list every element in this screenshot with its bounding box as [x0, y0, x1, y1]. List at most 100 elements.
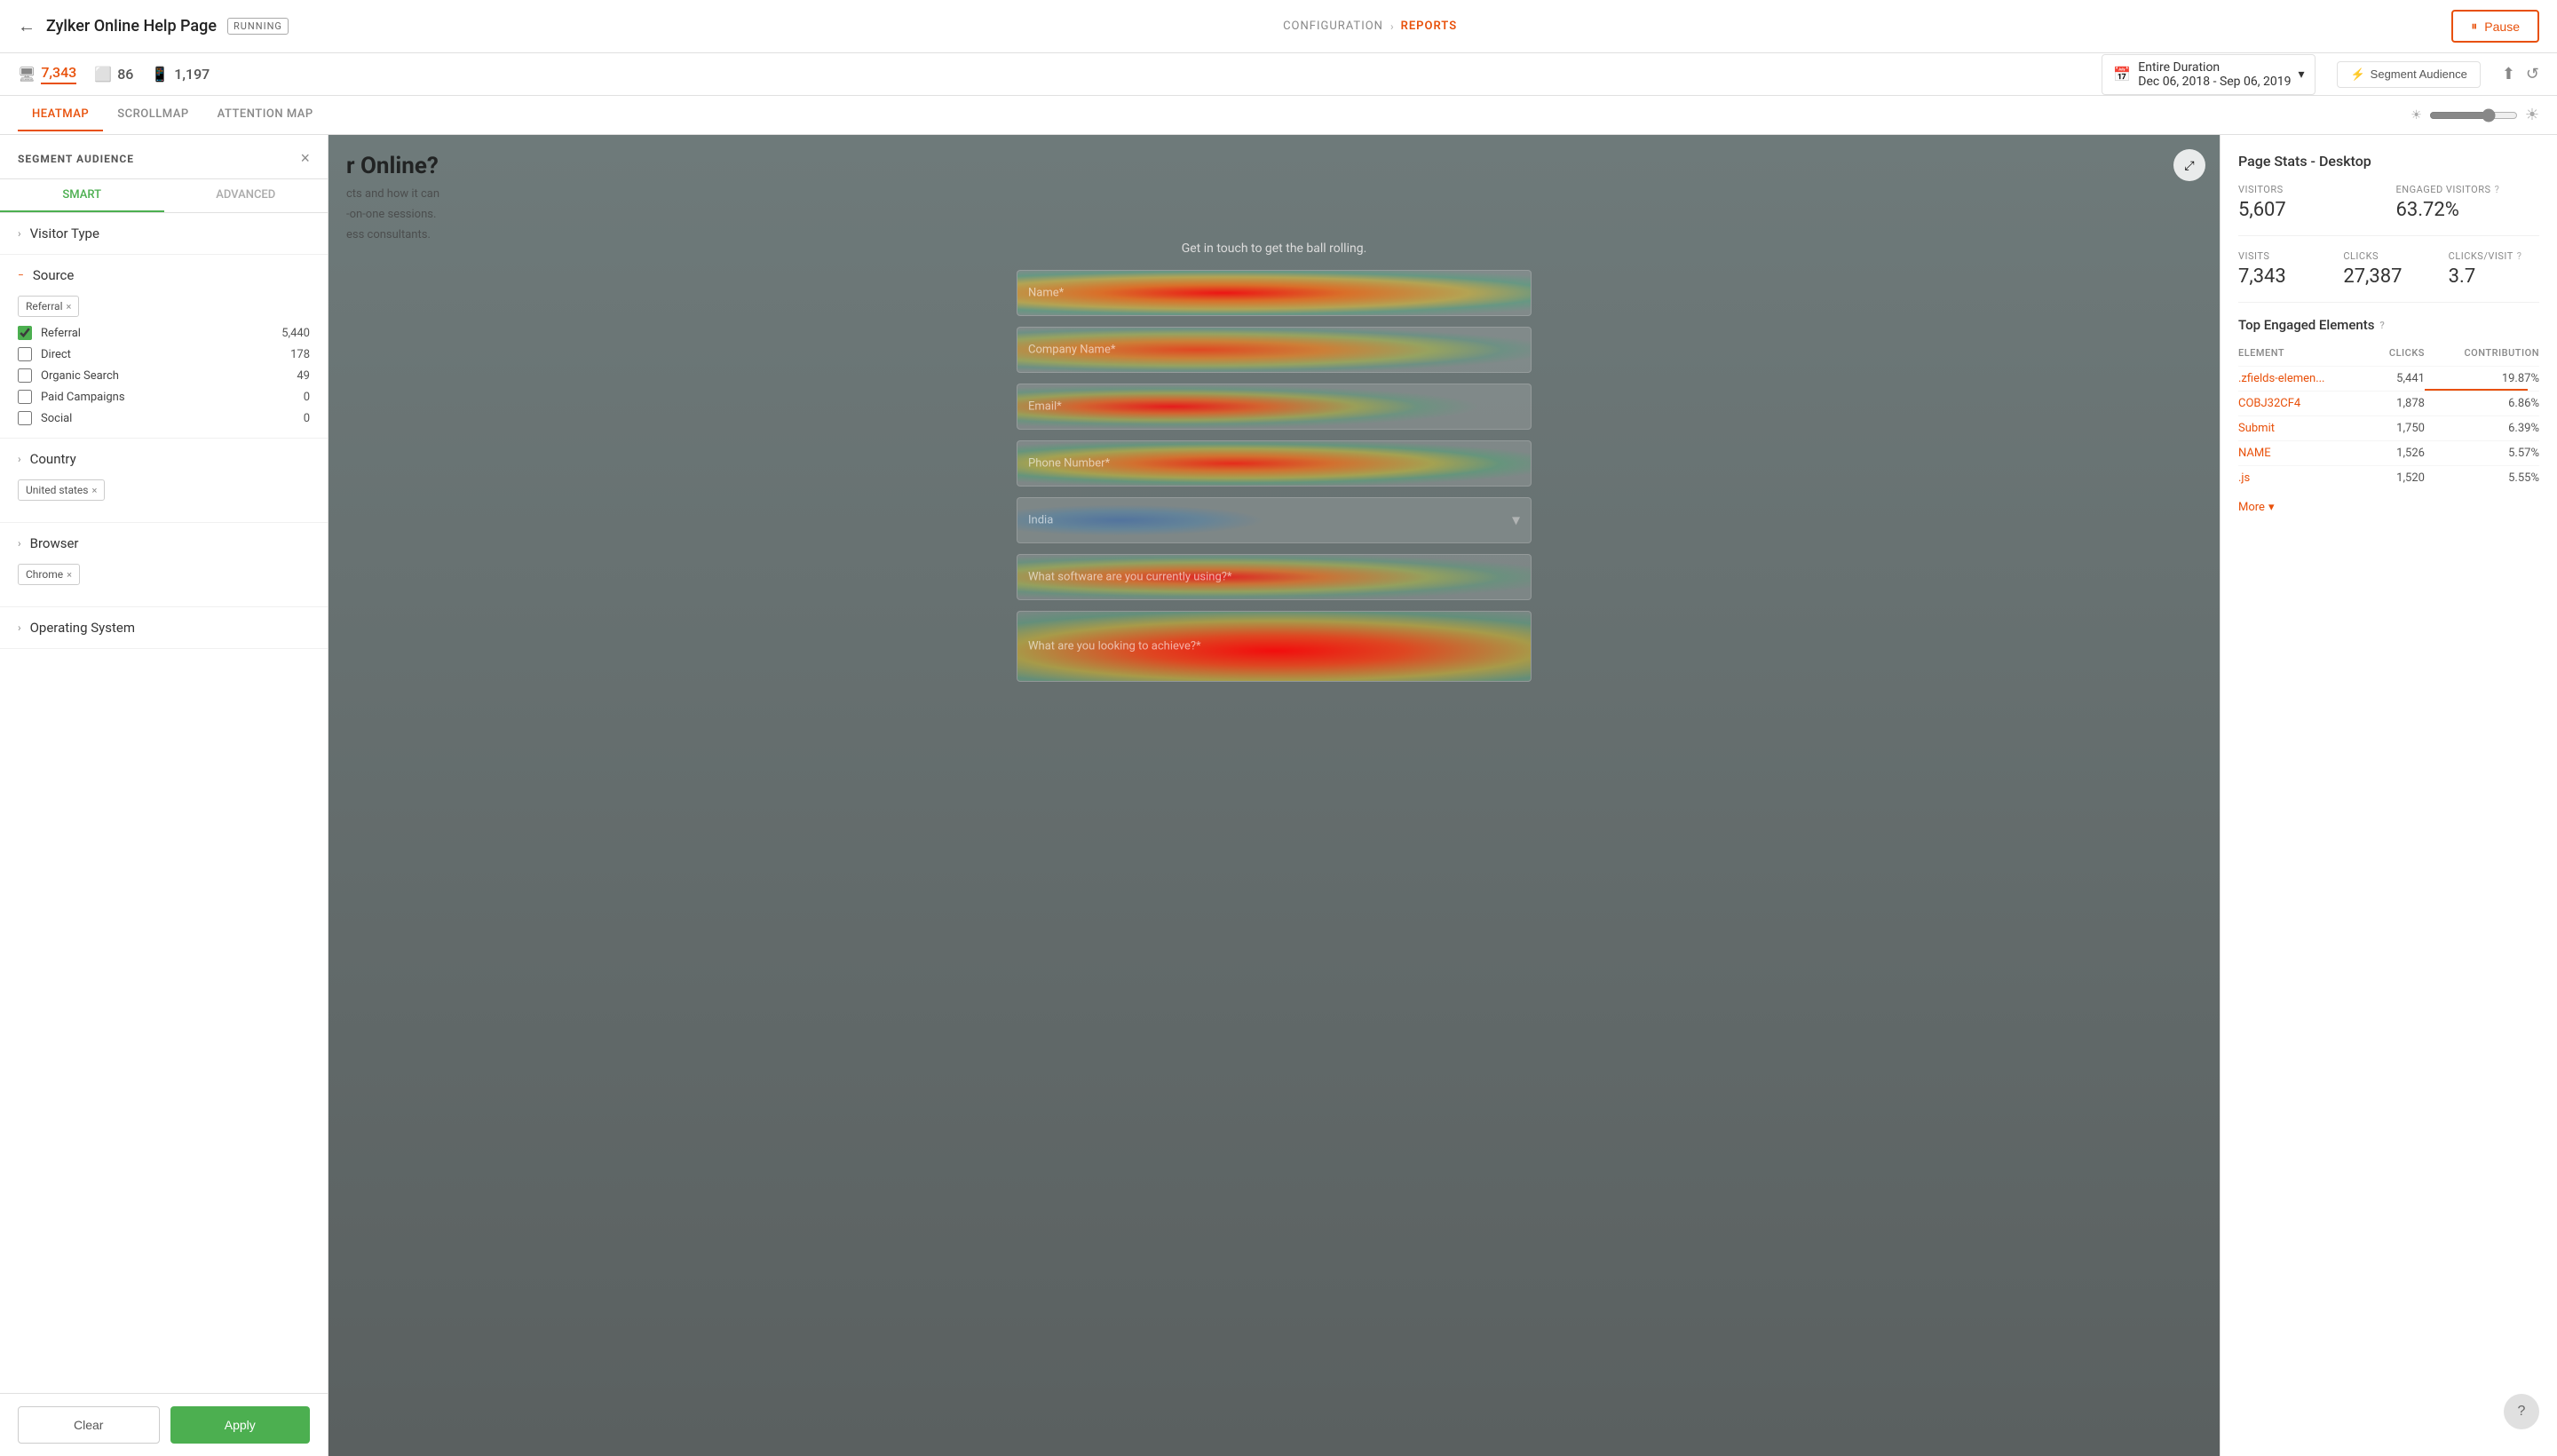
- engaged-value: 63.72%: [2396, 199, 2540, 221]
- advanced-tab[interactable]: ADVANCED: [164, 179, 329, 212]
- visitors-stat: VISITORS 5,607: [2238, 184, 2382, 221]
- refresh-button[interactable]: ↺: [2526, 65, 2539, 83]
- pause-label: Pause: [2484, 20, 2520, 34]
- tab-heatmap[interactable]: HEATMAP: [18, 99, 103, 131]
- tab-scrollmap[interactable]: SCROLLMAP: [103, 99, 202, 131]
- pause-button[interactable]: ⏸ Pause: [2451, 10, 2539, 43]
- paid-checkbox[interactable]: [18, 390, 32, 404]
- source-checkbox-list: Referral 5,440 Direct 178 Organic Search…: [18, 326, 310, 425]
- element-name[interactable]: COBJ32CF4: [2238, 392, 2371, 416]
- page-overlay-text: r Online? cts and how it can -on-one ses…: [346, 153, 439, 241]
- visits-stat: VISITS 7,343: [2238, 250, 2329, 288]
- overlay-sub-text-3: ess consultants.: [346, 228, 439, 241]
- segment-panel: SEGMENT AUDIENCE × SMART ADVANCED › Visi…: [0, 135, 329, 1456]
- browser-header[interactable]: › Browser: [0, 523, 328, 564]
- overlay-headline: r Online?: [346, 153, 439, 180]
- remove-source-tag[interactable]: ×: [67, 301, 72, 313]
- element-name[interactable]: NAME: [2238, 441, 2371, 466]
- apply-button[interactable]: Apply: [170, 1406, 311, 1444]
- smart-tab[interactable]: SMART: [0, 179, 164, 212]
- main-layout: SEGMENT AUDIENCE × SMART ADVANCED › Visi…: [0, 135, 2557, 1456]
- element-name[interactable]: Submit: [2238, 416, 2371, 441]
- smart-advanced-tabs: SMART ADVANCED: [0, 179, 328, 213]
- tablet-icon: ⬜: [94, 66, 112, 83]
- element-contribution: 5.57%: [2425, 441, 2539, 466]
- overlay-sub-text-2: -on-one sessions.: [346, 208, 439, 221]
- contribution-col-header: CONTRIBUTION: [2425, 344, 2539, 367]
- help-button[interactable]: ?: [2504, 1394, 2539, 1429]
- clicks-per-visit-stat: CLICKS/VISIT ? 3.7: [2449, 250, 2539, 288]
- source-section: − Source Referral × Referral 5,440: [0, 255, 328, 439]
- clicks-per-visit-value: 3.7: [2449, 265, 2539, 288]
- metrics-row: VISITS 7,343 CLICKS 27,387 CLICKS/VISIT …: [2238, 250, 2539, 303]
- brightness-high-icon: ☀: [2525, 106, 2539, 124]
- social-count: 0: [265, 412, 310, 425]
- organic-label: Organic Search: [41, 369, 257, 383]
- os-header[interactable]: › Operating System: [0, 607, 328, 648]
- back-button[interactable]: ←: [18, 15, 36, 37]
- visitors-label: VISITORS: [2238, 184, 2382, 195]
- tablet-count: 86: [117, 66, 133, 83]
- browser-section: › Browser Chrome ×: [0, 523, 328, 607]
- expand-button[interactable]: ⤢: [2173, 149, 2205, 181]
- brightness-slider[interactable]: [2429, 108, 2518, 123]
- country-expand-icon: ›: [18, 453, 21, 465]
- heatmap-email-field: Email*: [1017, 384, 1532, 430]
- nav-reports[interactable]: REPORTS: [1401, 20, 1458, 33]
- element-name[interactable]: .js: [2238, 466, 2371, 491]
- direct-checkbox[interactable]: [18, 347, 32, 361]
- visitor-type-expand-icon: ›: [18, 227, 21, 240]
- direct-label: Direct: [41, 348, 257, 361]
- expand-icon: ⤢: [2184, 158, 2194, 173]
- mobile-device[interactable]: 📱 1,197: [151, 66, 210, 83]
- panel-title: SEGMENT AUDIENCE: [18, 153, 134, 165]
- referral-checkbox[interactable]: [18, 326, 32, 340]
- engaged-help-icon[interactable]: ?: [2495, 184, 2500, 195]
- date-selector[interactable]: 📅 Entire Duration Dec 06, 2018 - Sep 06,…: [2102, 54, 2316, 95]
- date-label: Entire Duration: [2138, 60, 2291, 75]
- email-placeholder: Email*: [1028, 400, 1062, 414]
- more-link[interactable]: More ▾: [2238, 501, 2539, 514]
- source-header[interactable]: − Source: [0, 255, 328, 296]
- os-expand-icon: ›: [18, 621, 21, 634]
- country-content: United states ×: [0, 479, 328, 522]
- clear-button[interactable]: Clear: [18, 1406, 160, 1444]
- segment-audience-button[interactable]: ⚡ Segment Audience: [2337, 61, 2480, 88]
- element-clicks: 5,441: [2371, 367, 2425, 392]
- social-checkbox[interactable]: [18, 411, 32, 425]
- remove-browser-tag[interactable]: ×: [67, 569, 72, 581]
- element-clicks: 1,878: [2371, 392, 2425, 416]
- element-name[interactable]: .zfields-elemen...: [2238, 367, 2371, 392]
- country-tags: United states ×: [18, 479, 310, 501]
- calendar-icon: 📅: [2113, 66, 2131, 83]
- remove-country-tag[interactable]: ×: [92, 485, 98, 496]
- browser-tags: Chrome ×: [18, 564, 310, 585]
- form-cta: Get in touch to get the ball rolling.: [1017, 241, 1532, 256]
- header-icons: ⬆ ↺: [2502, 65, 2539, 83]
- country-tag-label: United states: [26, 484, 89, 496]
- engaged-stat: ENGAGED VISITORS ? 63.72%: [2396, 184, 2540, 221]
- tab-attention-map[interactable]: ATTENTION MAP: [203, 99, 328, 131]
- tabs: HEATMAP SCROLLMAP ATTENTION MAP: [18, 99, 328, 131]
- cpv-help-icon[interactable]: ?: [2517, 250, 2522, 262]
- close-panel-button[interactable]: ×: [300, 149, 310, 168]
- os-section: › Operating System: [0, 607, 328, 649]
- clicks-value: 27,387: [2343, 265, 2434, 288]
- nav-arrow-icon: ›: [1390, 20, 1394, 33]
- tablet-device[interactable]: ⬜ 86: [94, 66, 133, 83]
- list-item: Direct 178: [18, 347, 310, 361]
- heatmap-overlay-country: [1017, 498, 1531, 542]
- top-engaged-help-icon[interactable]: ?: [2379, 320, 2384, 331]
- source-tags: Referral ×: [18, 296, 310, 317]
- visitor-type-header[interactable]: › Visitor Type: [0, 213, 328, 254]
- desktop-icon: 🖥: [18, 66, 36, 83]
- organic-checkbox[interactable]: [18, 368, 32, 383]
- table-row: Submit 1,750 6.39%: [2238, 416, 2539, 441]
- heatmap-name-field: Name*: [1017, 270, 1532, 316]
- country-header[interactable]: › Country: [0, 439, 328, 479]
- visitors-row: VISITORS 5,607 ENGAGED VISITORS ? 63.72%: [2238, 184, 2539, 236]
- share-button[interactable]: ⬆: [2502, 65, 2515, 83]
- browser-tag-chrome: Chrome ×: [18, 564, 80, 585]
- desktop-device[interactable]: 🖥 7,343: [18, 64, 76, 84]
- nav-config[interactable]: CONFIGURATION: [1283, 20, 1383, 33]
